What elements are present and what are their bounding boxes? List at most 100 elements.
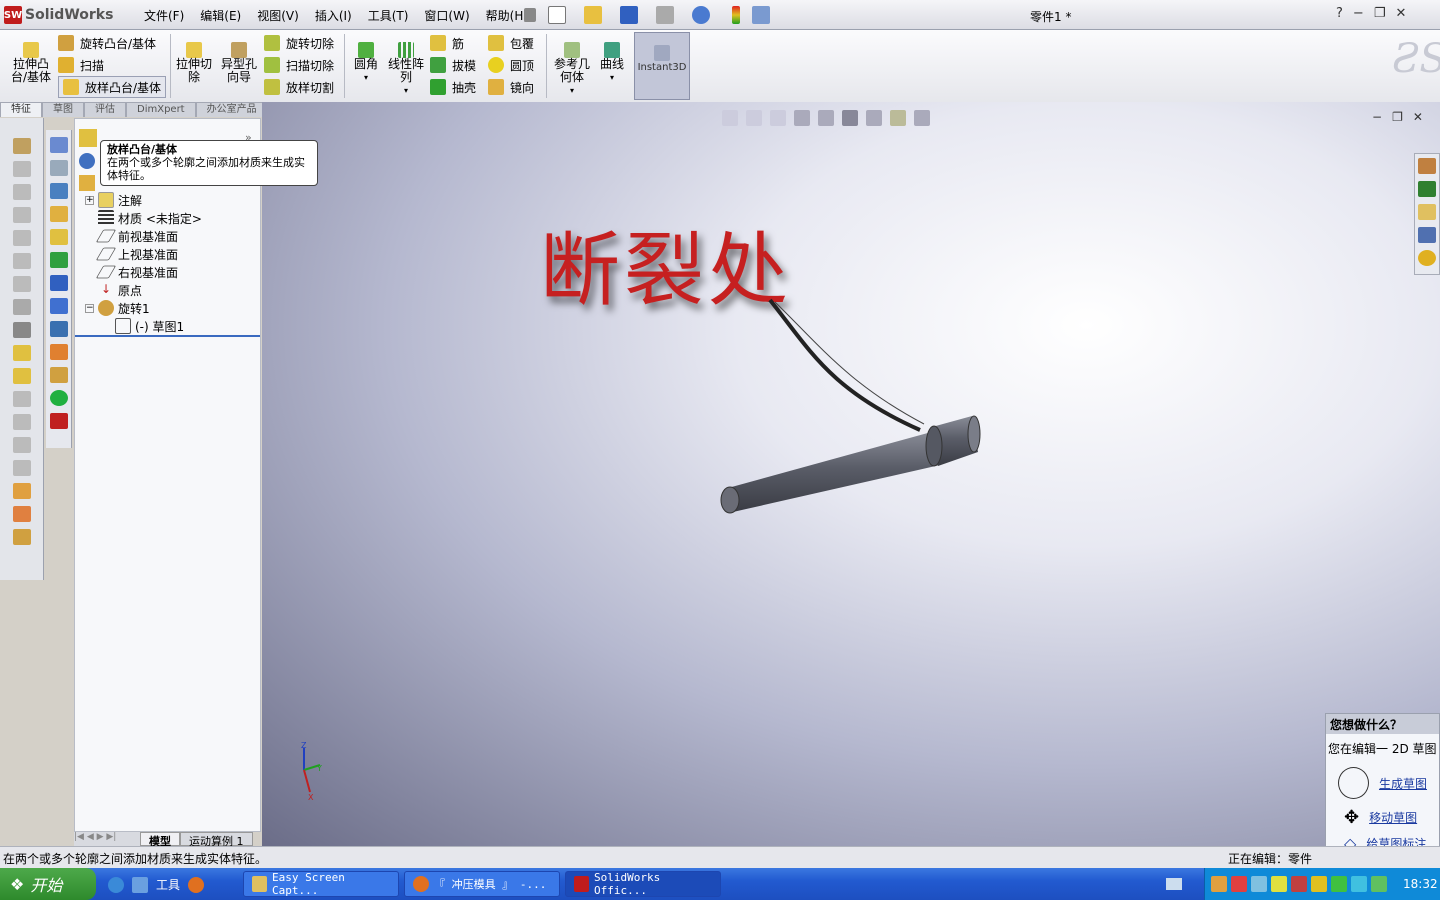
viewport-close-button[interactable]: ✕ [1413, 110, 1423, 124]
tree-item-right-plane[interactable]: 右视基准面 [95, 263, 178, 281]
sweep-cut-button[interactable]: 扫描切除 [264, 54, 334, 76]
tab-office-products[interactable]: 办公室产品 [195, 102, 268, 117]
feature-tool-icon[interactable] [12, 184, 31, 200]
fillet-button[interactable]: 圆角 ▾ [352, 42, 380, 84]
spellcheck-icon[interactable] [49, 137, 68, 153]
view-orientation-icon[interactable] [818, 110, 834, 126]
reference-geometry-button[interactable]: 参考几何体 ▾ [552, 42, 592, 97]
tool-icon[interactable] [49, 229, 68, 245]
feature-tool-icon[interactable] [12, 460, 31, 476]
tray-icon[interactable] [1211, 876, 1227, 892]
viewport-restore-button[interactable]: ❐ [1392, 110, 1403, 124]
tab-model[interactable]: 模型 [140, 832, 180, 848]
tray-icon[interactable] [1351, 876, 1367, 892]
feature-tool-icon[interactable] [12, 414, 31, 430]
pin-icon[interactable] [524, 8, 536, 22]
feature-tool-icon[interactable] [12, 483, 31, 499]
hole-wizard-button[interactable]: 异型孔向导 [218, 42, 260, 84]
tools-label[interactable]: 工具 [156, 876, 180, 893]
curves-button[interactable]: 曲线 ▾ [598, 42, 626, 84]
sweep-button[interactable]: 扫描 [58, 54, 166, 76]
feature-tool-icon[interactable] [12, 437, 31, 453]
appearance-icon[interactable] [890, 110, 906, 126]
featuremanager-tab-icon[interactable] [79, 129, 97, 147]
help-button[interactable]: ? [1336, 6, 1343, 21]
tree-item-front-plane[interactable]: 前视基准面 [95, 227, 178, 245]
appearances-icon[interactable] [1418, 250, 1436, 266]
tray-icon[interactable] [1311, 876, 1327, 892]
curves-dropdown-icon[interactable]: ▾ [610, 71, 614, 84]
extrude-cut-button[interactable]: 拉伸切除 [174, 42, 214, 84]
tree-item-material[interactable]: 材质 <未指定> [98, 209, 202, 227]
feature-tool-icon[interactable] [12, 138, 31, 154]
view-settings-icon[interactable] [914, 110, 930, 126]
help-item-create-sketch[interactable]: 生成草图 [1326, 763, 1439, 803]
task-solidworks[interactable]: SolidWorks Offic... [565, 871, 721, 897]
tool-icon[interactable] [49, 183, 68, 199]
tool-icon[interactable] [49, 252, 68, 268]
feature-tool-icon[interactable] [12, 345, 31, 361]
volume-icon[interactable] [1271, 876, 1287, 892]
help-link[interactable]: 移动草图 [1369, 809, 1417, 826]
quick-launch-icon[interactable] [132, 876, 148, 893]
tree-item-annotations[interactable]: + 注解 [85, 191, 142, 209]
extrude-boss-button[interactable]: 拉伸凸台/基体 [8, 42, 54, 84]
start-button[interactable]: ❖ 开始 [0, 868, 96, 900]
hide-show-icon[interactable] [866, 110, 882, 126]
file-explorer-icon[interactable] [1418, 204, 1436, 220]
tab-sketch[interactable]: 草图 [42, 102, 84, 117]
tray-icon[interactable] [1251, 876, 1267, 892]
rebuild-icon[interactable] [732, 6, 740, 24]
instant3d-button[interactable]: Instant3D [634, 32, 690, 100]
tab-motion-study[interactable]: 运动算例 1 [180, 832, 253, 848]
viewport-minimize-button[interactable]: − [1372, 110, 1382, 124]
rollback-bar[interactable] [75, 335, 260, 337]
fillet-dropdown-icon[interactable]: ▾ [364, 71, 368, 84]
menu-file[interactable]: 文件(F) [136, 7, 192, 24]
tool-icon[interactable] [49, 160, 68, 176]
tree-item-revolve1[interactable]: − 旋转1 [85, 299, 150, 317]
tray-icon[interactable] [1231, 876, 1247, 892]
minimize-button[interactable]: − [1353, 6, 1364, 21]
close-button[interactable]: ✕ [1395, 6, 1406, 21]
linear-pattern-button[interactable]: 线性阵列 ▾ [386, 42, 426, 97]
help-link[interactable]: 生成草图 [1379, 775, 1427, 792]
dome-button[interactable]: 圆顶 [488, 54, 534, 76]
previous-view-icon[interactable] [770, 110, 786, 126]
tool-icon[interactable] [49, 367, 68, 383]
tree-item-sketch1[interactable]: (-) 草图1 [115, 317, 184, 335]
menu-tools[interactable]: 工具(T) [360, 7, 417, 24]
tool-icon[interactable] [49, 298, 68, 314]
feature-tool-icon[interactable] [12, 322, 31, 338]
zoom-to-area-icon[interactable] [746, 110, 762, 126]
new-document-icon[interactable] [548, 6, 566, 24]
mirror-button[interactable]: 镜向 [488, 76, 534, 98]
options-icon[interactable] [752, 6, 770, 24]
revolve-cut-button[interactable]: 旋转切除 [264, 32, 334, 54]
sigma-icon[interactable] [49, 275, 68, 291]
tool-icon[interactable] [49, 321, 68, 337]
shell-button[interactable]: 抽壳 [430, 76, 476, 98]
linear-pattern-dropdown-icon[interactable]: ▾ [404, 84, 408, 97]
menu-view[interactable]: 视图(V) [249, 7, 307, 24]
security-icon[interactable] [1371, 876, 1387, 892]
revolved-shaft-model[interactable] [700, 290, 1000, 530]
display-style-icon[interactable] [842, 110, 858, 126]
view-palette-icon[interactable] [1418, 227, 1436, 243]
draft-button[interactable]: 拔模 [430, 54, 476, 76]
restore-button[interactable]: ❐ [1374, 6, 1386, 21]
revolve-boss-button[interactable]: 旋转凸台/基体 [58, 32, 166, 54]
rib-button[interactable]: 筋 [430, 32, 476, 54]
tab-nav-arrows[interactable]: |◀ ◀ ▶ ▶| [74, 832, 140, 846]
zoom-to-fit-icon[interactable] [722, 110, 738, 126]
tool-icon[interactable] [49, 344, 68, 360]
design-library-icon[interactable] [1418, 181, 1436, 197]
print-icon[interactable] [656, 6, 674, 24]
task-stamping-die[interactable]: 『 冲压模具 』 -... [404, 871, 560, 897]
tab-evaluate[interactable]: 评估 [84, 102, 126, 117]
filter-icon[interactable] [79, 153, 95, 169]
feature-tool-icon[interactable] [12, 253, 31, 269]
tab-dimxpert[interactable]: DimXpert [126, 102, 196, 117]
menu-insert[interactable]: 插入(I) [307, 7, 360, 24]
feature-tool-icon[interactable] [12, 529, 31, 545]
